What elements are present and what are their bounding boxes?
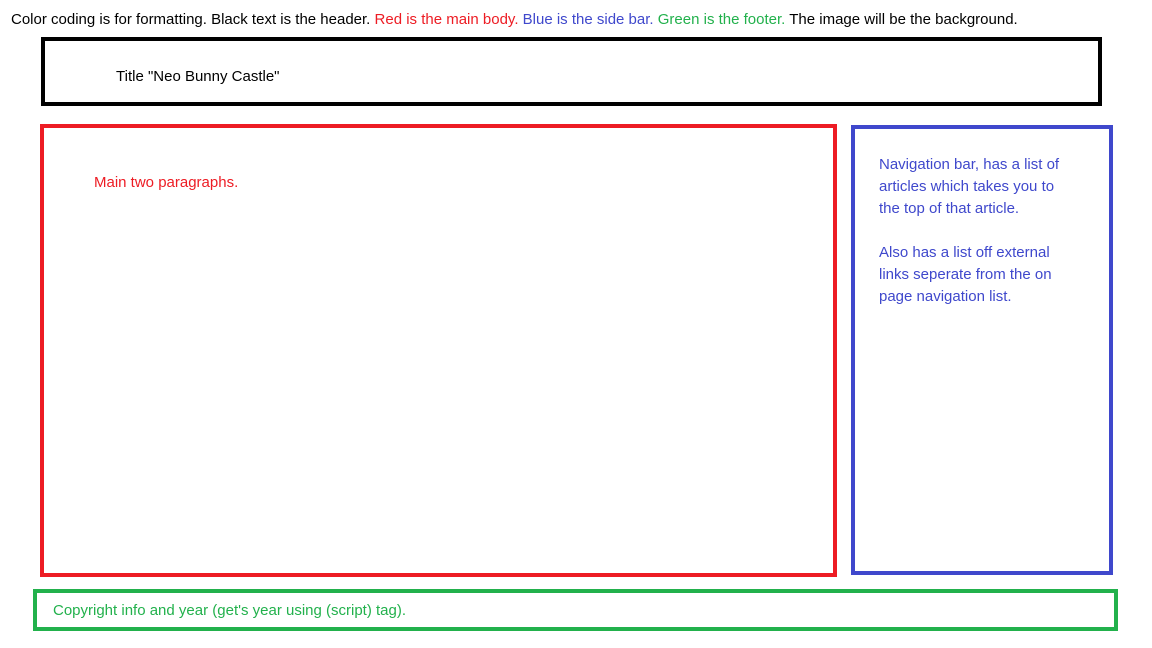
sidebar-box: Navigation bar, has a list of articles w… <box>851 125 1113 575</box>
legend-background-text: The image will be the background. <box>789 11 1018 28</box>
legend-footer-text: Green is the footer. <box>657 11 790 28</box>
main-body-box: Main two paragraphs. <box>40 124 837 577</box>
sidebar-paragraph-external-links: Also has a list off external links seper… <box>879 244 1052 305</box>
header-label: Title "Neo Bunny Castle" <box>116 68 280 85</box>
footer-label: Copyright info and year (get's year usin… <box>53 602 407 619</box>
layout-diagram: Color coding is for formatting. Black te… <box>0 0 1152 648</box>
color-legend: Color coding is for formatting. Black te… <box>11 10 1018 30</box>
sidebar-paragraph-navigation: Navigation bar, has a list of articles w… <box>879 156 1060 217</box>
legend-sidebar-text: Blue is the side bar. <box>522 11 658 28</box>
sidebar-label: Navigation bar, has a list of articles w… <box>879 154 1079 330</box>
header-box: Title "Neo Bunny Castle" <box>41 37 1102 106</box>
footer-box: Copyright info and year (get's year usin… <box>33 589 1118 631</box>
legend-main-body-text: Red is the main body. <box>374 11 523 28</box>
legend-header-text: Color coding is for formatting. Black te… <box>11 11 375 28</box>
main-body-label: Main two paragraphs. <box>94 174 239 191</box>
